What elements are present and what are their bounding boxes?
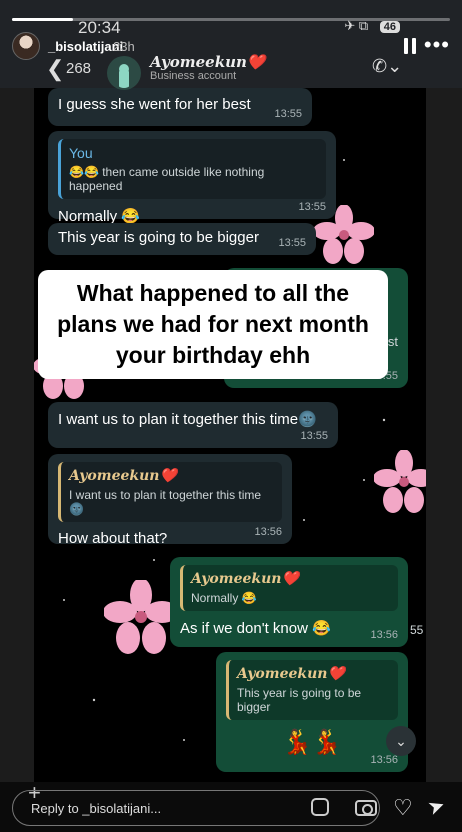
reply-input[interactable]: Reply to _bisolatijani...	[12, 790, 380, 826]
story-caption: What happened to all the plans we had fo…	[38, 270, 388, 379]
quoted-text: This year is going to be bigger	[237, 686, 362, 714]
message-text: How about that?	[58, 530, 168, 547]
message-bubble[interactable]: Ayomeekun❤️ I want us to plan it togethe…	[48, 454, 292, 547]
message-time: 13:55	[278, 237, 306, 249]
quoted-author: Ayomeekun❤️	[69, 468, 177, 484]
story-progress-fill	[12, 18, 74, 21]
message-time: 13:56	[370, 754, 398, 766]
sticker-icon[interactable]	[311, 798, 329, 816]
flower-decoration	[104, 580, 178, 654]
message-text: This year is going to be bigger	[58, 229, 259, 246]
quoted-message[interactable]: Ayomeekun❤️ Normally 😂	[180, 565, 398, 611]
quoted-author: Ayomeekun❤️	[237, 666, 345, 682]
reply-bar: + Reply to _bisolatijani... ♡ ➤	[0, 780, 462, 832]
quoted-message[interactable]: Ayomeekun❤️ This year is going to be big…	[226, 660, 398, 720]
quoted-text: 😂😂 then came outside like nothing happen…	[69, 165, 265, 193]
quoted-author: Ayomeekun❤️	[191, 571, 299, 587]
message-time: 13:55	[300, 430, 328, 442]
quoted-text: I want us to plan it together this time🌚	[69, 488, 262, 516]
quoted-message[interactable]: Ayomeekun❤️ I want us to plan it togethe…	[58, 462, 282, 522]
story-progress-bar	[12, 18, 450, 21]
whatsapp-screenshot: I guess she went for her best 13:55 You …	[34, 0, 426, 790]
story-viewer: I guess she went for her best 13:55 You …	[0, 0, 462, 832]
message-time-partial: 55	[410, 623, 424, 637]
message-text: As if we don't know 😂	[180, 620, 331, 637]
message-bubble[interactable]: I guess she went for her best 13:55	[48, 88, 312, 126]
message-time: 13:55	[298, 201, 326, 213]
message-time: 13:56	[254, 526, 282, 538]
send-icon[interactable]: ➤	[424, 792, 448, 821]
heart-icon[interactable]: ♡	[393, 795, 413, 821]
quoted-author: You	[69, 145, 93, 161]
scroll-to-bottom-button[interactable]: ⌄	[386, 726, 416, 756]
message-text: I want us to plan it together this time🌚	[58, 411, 317, 428]
message-bubble-outgoing[interactable]: Ayomeekun❤️ Normally 😂 As if we don't kn…	[170, 557, 408, 647]
message-time: 13:55	[274, 108, 302, 120]
message-bubble[interactable]: You 😂😂 then came outside like nothing ha…	[48, 131, 336, 225]
contact-subtitle: Business account	[150, 70, 237, 82]
message-bubble[interactable]: This year is going to be bigger 13:55	[48, 223, 316, 255]
quoted-text: Normally 😂	[191, 591, 257, 605]
more-options-icon[interactable]: •••	[424, 32, 450, 58]
message-bubble-outgoing[interactable]: Ayomeekun❤️ This year is going to be big…	[216, 652, 408, 772]
story-username[interactable]: _bisolatijani	[48, 39, 123, 54]
camera-icon[interactable]	[355, 800, 377, 816]
story-posted-time: 23h	[113, 39, 135, 54]
flower-decoration	[374, 450, 426, 513]
reply-placeholder: Reply to _bisolatijani...	[31, 801, 162, 816]
profile-avatar[interactable]	[12, 32, 40, 60]
quoted-message[interactable]: You 😂😂 then came outside like nothing ha…	[58, 139, 326, 199]
pause-button[interactable]	[404, 38, 418, 54]
message-text: 💃💃	[282, 729, 342, 756]
message-time: 13:56	[370, 629, 398, 641]
story-header: _bisolatijani 23h •••	[0, 30, 462, 66]
message-bubble[interactable]: I want us to plan it together this time🌚…	[48, 402, 338, 448]
message-text: I guess she went for her best	[58, 96, 251, 113]
message-text-partial: st	[387, 334, 398, 349]
